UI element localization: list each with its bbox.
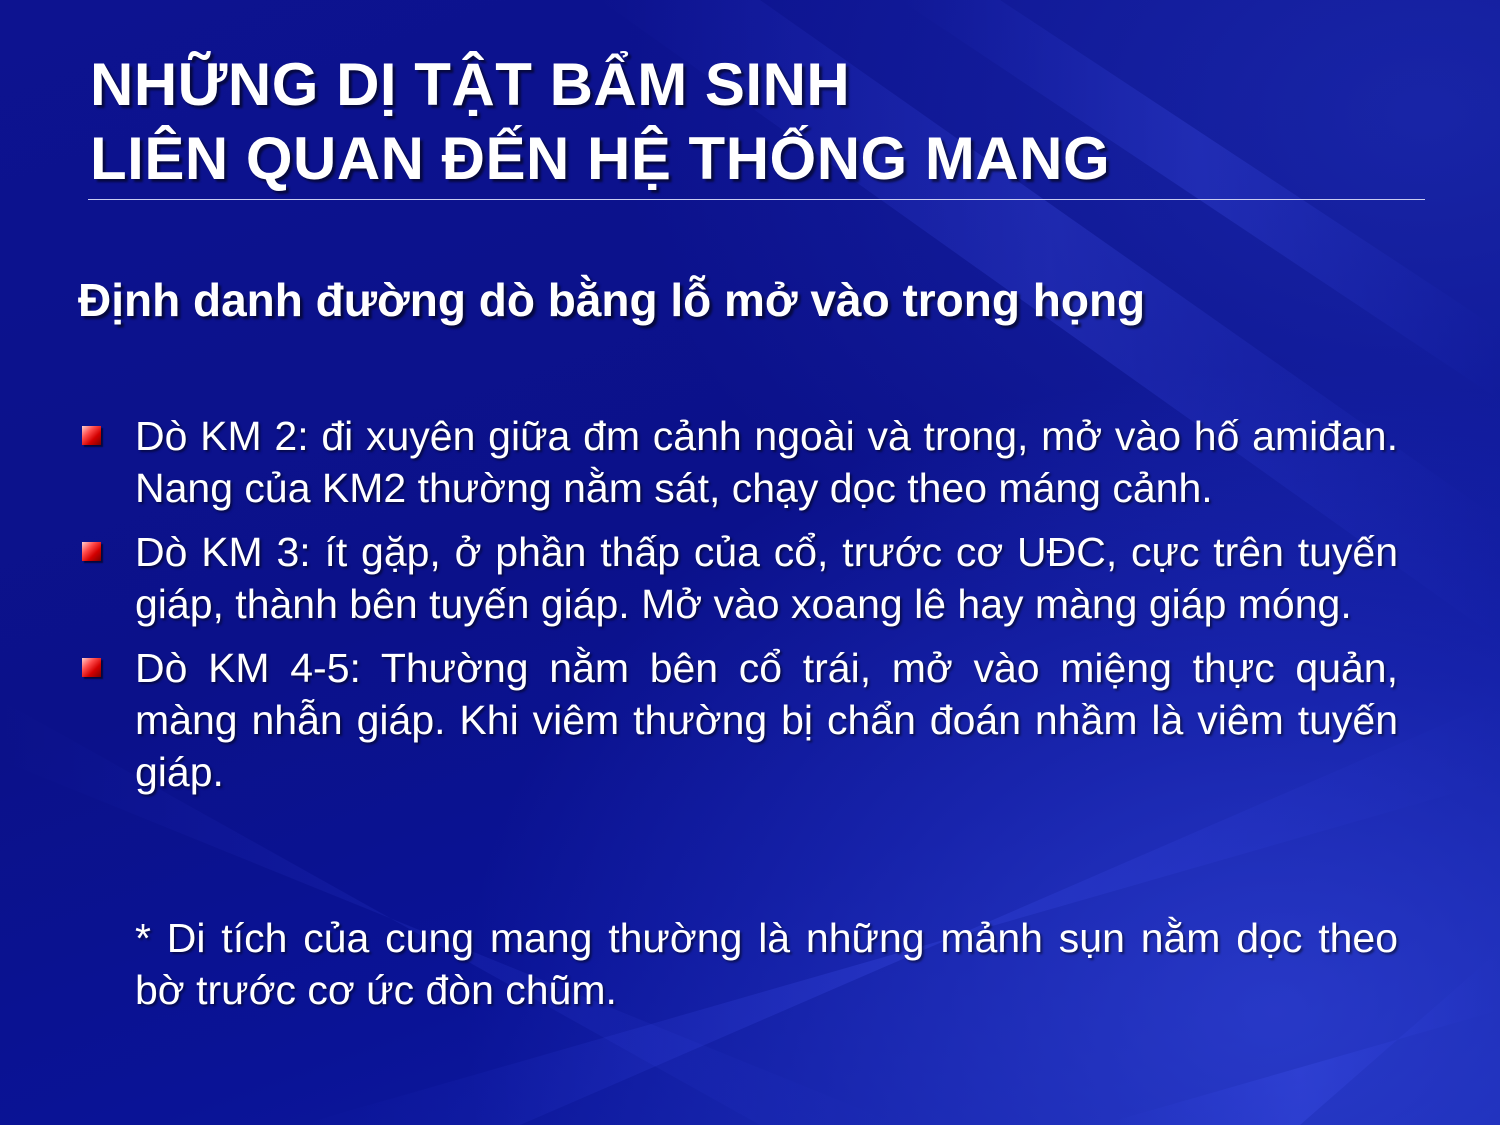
slide-subtitle: Định danh đường dò bằng lỗ mở vào trong … bbox=[78, 274, 1146, 326]
red-square-bullet-icon bbox=[82, 542, 101, 561]
slide-title: NHỮNG DỊ TẬT BẨM SINH LIÊN QUAN ĐẾN HỆ T… bbox=[90, 48, 1110, 196]
title-divider bbox=[88, 199, 1425, 200]
bullet-text: Dò KM 4-5: Thường nằm bên cổ trái, mở và… bbox=[135, 645, 1398, 795]
slide-title-line-1: NHỮNG DỊ TẬT BẨM SINH bbox=[90, 51, 851, 118]
bullet-text: Dò KM 2: đi xuyên giữa đm cảnh ngoài và … bbox=[135, 413, 1398, 511]
bullet-list: Dò KM 2: đi xuyên giữa đm cảnh ngoài và … bbox=[80, 410, 1398, 810]
red-square-bullet-icon bbox=[82, 426, 101, 445]
bullet-item: Dò KM 2: đi xuyên giữa đm cảnh ngoài và … bbox=[80, 410, 1398, 514]
bullet-item: Dò KM 3: ít gặp, ở phần thấp của cổ, trư… bbox=[80, 526, 1398, 630]
bullet-text: Dò KM 3: ít gặp, ở phần thấp của cổ, trư… bbox=[135, 529, 1398, 627]
red-square-bullet-icon bbox=[82, 658, 101, 677]
footnote: * Di tích của cung mang thường là những … bbox=[135, 915, 1398, 1013]
bullet-item: Dò KM 4-5: Thường nằm bên cổ trái, mở và… bbox=[80, 642, 1398, 798]
slide: NHỮNG DỊ TẬT BẨM SINH LIÊN QUAN ĐẾN HỆ T… bbox=[0, 0, 1500, 1125]
slide-title-line-2: LIÊN QUAN ĐẾN HỆ THỐNG MANG bbox=[90, 125, 1111, 192]
